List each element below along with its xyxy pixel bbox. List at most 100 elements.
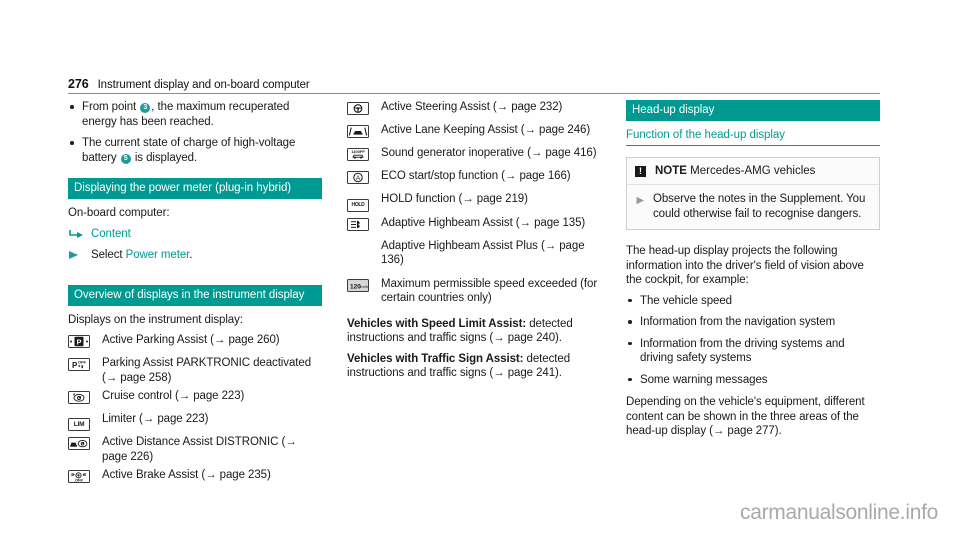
list-item: A ECO start/stop function (→ page 166) (347, 169, 601, 188)
adaptive-highbeam-icon (347, 216, 381, 235)
list-item: LIM Limiter (→ page 223) (68, 412, 322, 431)
active-brake-assist-icon: OFF (68, 468, 102, 487)
list-item: P OFF Parking Assist PARKTRONIC deactiva… (68, 356, 322, 385)
note-body: Observe the notes in the Supplement. You… (627, 185, 879, 229)
bullet-text-post: is displayed. (131, 151, 198, 164)
list-item-label: Active Steering Assist (→ page 232) (381, 101, 563, 113)
speed-limit-assist-paragraph: Vehicles with Speed Limit Assist: detect… (347, 317, 601, 346)
list-item-label: Adaptive Highbeam Assist Plus (→ page 13… (381, 239, 585, 267)
head-up-display-bullets: The vehicle speed Information from the n… (626, 294, 880, 388)
list-item-label: Cruise control (→ page 223) (102, 390, 245, 402)
list-item: From point 3, the maximum recuperated en… (68, 100, 322, 129)
icon-placeholder (347, 239, 381, 240)
lane-keeping-assist-icon (347, 123, 381, 142)
svg-text:A: A (356, 175, 361, 182)
power-meter-lead: On-board computer: (68, 207, 170, 219)
list-item-label: Maximum permissible speed exceeded (for … (381, 277, 598, 305)
limiter-icon: LIM (68, 412, 102, 431)
chapter-title: Instrument display and on-board computer (97, 79, 310, 91)
active-parking-assist-icon: P (68, 333, 102, 352)
list-item: HOLD HOLD function (→ page 219) (347, 192, 601, 212)
limiter-icon-label: LIM (73, 421, 85, 428)
list-item-label: Active Brake Assist (→ page 235) (102, 469, 271, 481)
list-item: OFF Active Brake Assist (→ page 235) (68, 468, 322, 487)
column-middle: Active Steering Assist (→ page 232) Acti… (347, 100, 601, 491)
traffic-sign-assist-label: Vehicles with Traffic Sign Assist: (347, 352, 524, 365)
active-steering-assist-icon (347, 100, 381, 119)
eco-start-stop-icon: A (347, 169, 381, 188)
column-left: From point 3, the maximum recuperated en… (68, 100, 322, 491)
head-up-display-intro: The head-up display projects the followi… (626, 245, 864, 286)
list-item-label: Adaptive Highbeam Assist (→ page 135) (381, 216, 586, 229)
list-item: 120 km/h Maximum permissible speed excee… (347, 277, 601, 306)
list-item-label: Active Lane Keeping Assist (→ page 246) (381, 124, 591, 136)
note-title: Mercedes-AMG vehicles (686, 165, 816, 177)
note-box: ! NOTE Mercedes-AMG vehicles Observe the… (626, 157, 880, 230)
list-item: 1100FF Sound generator inoperative (→ pa… (347, 146, 601, 165)
list-item: Adaptive Highbeam Assist Plus (→ page 13… (347, 239, 601, 268)
note-header: ! NOTE Mercedes-AMG vehicles (627, 158, 879, 185)
section-heading-power-meter: Displaying the power meter (plug-in hybr… (68, 178, 322, 199)
list-item: Active Distance Assist DISTRONIC (→ page… (68, 435, 322, 464)
instrument-display-icon-list: P Active Parking Assist (→ page 260) P O… (68, 333, 322, 487)
step-badge: 3 (140, 103, 151, 113)
list-item: The vehicle speed (626, 294, 880, 309)
menu-item-power-meter[interactable]: Power meter (126, 249, 190, 261)
list-item: Cruise control (→ page 223) (68, 389, 322, 408)
parktronic-deactivated-icon: P OFF (68, 356, 102, 375)
subsection-heading-function: Function of the head-up display (626, 128, 880, 146)
section-heading-head-up-display: Head-up display (626, 100, 880, 121)
page-columns: From point 3, the maximum recuperated en… (68, 100, 880, 491)
page-number: 276 (68, 77, 89, 91)
list-item-label: Sound generator inoperative (→ page 416) (381, 147, 597, 159)
svg-text:OFF: OFF (75, 477, 84, 482)
head-up-display-outro: Depending on the vehicle's equipment, di… (626, 396, 865, 437)
menu-path-label[interactable]: Content (91, 227, 131, 242)
list-item-label: Parking Assist PARKTRONIC deactivated (→… (102, 357, 312, 384)
triangle-play-icon (636, 195, 645, 210)
cruise-control-icon (68, 389, 102, 408)
sound-generator-icon: 1100FF (347, 146, 381, 165)
hold-function-icon: HOLD (347, 192, 381, 212)
list-item-label: HOLD function (→ page 219) (381, 193, 528, 205)
step-content: Content (68, 227, 322, 245)
left-intro-bullets: From point 3, the maximum recuperated en… (68, 100, 322, 165)
hold-icon-label: HOLD (351, 202, 365, 208)
distronic-icon (68, 435, 102, 454)
note-label: NOTE (655, 165, 687, 177)
overview-lead: Displays on the instrument display: (68, 313, 243, 326)
speed-limit-assist-label: Vehicles with Speed Limit Assist: (347, 317, 527, 330)
step-select-power-meter: Select Power meter. (68, 248, 322, 266)
step-badge: 5 (120, 153, 131, 164)
note-heading-text: NOTE Mercedes-AMG vehicles (655, 164, 815, 178)
max-speed-exceeded-icon: 120 km/h (347, 277, 381, 296)
svg-text:km/h: km/h (360, 284, 369, 289)
list-item: Active Lane Keeping Assist (→ page 246) (347, 123, 601, 142)
step-verb: Select (91, 248, 126, 261)
svg-text:1100FF: 1100FF (351, 149, 365, 154)
page-header: 276 Instrument display and on-board comp… (68, 72, 880, 94)
list-item: P Active Parking Assist (→ page 260) (68, 333, 322, 352)
traffic-sign-assist-paragraph: Vehicles with Traffic Sign Assist: detec… (347, 352, 601, 381)
list-item: Information from the driving systems and… (626, 337, 880, 366)
svg-text:P: P (76, 337, 81, 346)
watermark: carmanualsonline.info (740, 501, 938, 524)
section-heading-overview: Overview of displays in the instrument d… (68, 284, 322, 306)
list-item-label: ECO start/stop function (→ page 166) (381, 170, 571, 182)
list-item: Some warning messages (626, 373, 880, 388)
list-item: Information from the navigation system (626, 315, 880, 330)
list-item: Adaptive Highbeam Assist (→ page 135) (347, 216, 601, 235)
note-body-text: Observe the notes in the Supplement. You… (653, 193, 866, 220)
list-item-label: Active Parking Assist (→ page 260) (102, 334, 280, 346)
list-item: The current state of charge of high-volt… (68, 136, 322, 165)
triangle-play-icon (68, 248, 84, 266)
list-item: Active Steering Assist (→ page 232) (347, 100, 601, 119)
instrument-display-icon-list-continued: Active Steering Assist (→ page 232) Acti… (347, 100, 601, 306)
svg-text:OFF: OFF (78, 359, 87, 364)
column-right: Head-up display Function of the head-up … (626, 100, 880, 491)
step-text: Select Power meter. (91, 248, 193, 263)
step-period: . (189, 248, 193, 261)
menu-path-arrow-icon (68, 227, 84, 245)
warning-exclamation-icon: ! (635, 165, 646, 177)
list-item-label: Active Distance Assist DISTRONIC (→ page… (102, 436, 297, 463)
